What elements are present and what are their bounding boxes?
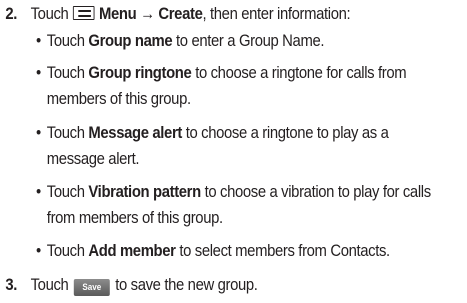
menu-icon xyxy=(72,6,95,20)
option-message-alert: Message alert xyxy=(88,124,182,142)
bullet-text: to select members from Contacts. xyxy=(179,242,390,260)
create-label: Create xyxy=(158,5,203,23)
bullet-text: message alert. xyxy=(46,150,140,168)
bullet-icon: • xyxy=(36,32,41,50)
bullet-text: from members of this group. xyxy=(46,209,223,227)
step-2-text: Touch Menu → Create, then enter informati… xyxy=(31,4,351,24)
bullet-text: to enter a Group Name. xyxy=(176,32,325,50)
bullet-prefix: Touch xyxy=(46,242,85,260)
option-group-ringtone: Group ringtone xyxy=(88,64,192,82)
menu-label: Menu xyxy=(99,5,137,23)
option-group-name: Group name xyxy=(88,32,173,50)
bullet-prefix: Touch xyxy=(46,32,85,50)
step-text-after: , then enter information: xyxy=(202,5,351,23)
bullet-icon: • xyxy=(36,183,41,201)
bullet-icon: • xyxy=(36,64,41,82)
bullet-prefix: Touch xyxy=(46,124,85,142)
bullet-text: to choose a vibration to play for calls xyxy=(204,183,432,201)
bullet-prefix: Touch xyxy=(46,64,85,82)
step-number: 2. xyxy=(5,5,18,23)
bullet-prefix: Touch xyxy=(46,183,85,201)
bullet-icon: • xyxy=(36,124,41,142)
step-3-text: Touch Save to save the new group. xyxy=(31,275,258,296)
bullet-text: to choose a ringtone for calls from xyxy=(195,64,407,82)
step-text-touch: Touch xyxy=(30,276,69,294)
instruction-page: 2. Touch Menu → Create, then enter inform… xyxy=(0,0,467,303)
arrow-icon: → xyxy=(140,5,155,23)
option-vibration-pattern: Vibration pattern xyxy=(88,183,201,201)
bullet-text: to choose a ringtone to play as a xyxy=(185,124,389,142)
step-number: 3. xyxy=(5,276,18,294)
step-text-touch: Touch xyxy=(30,5,69,23)
save-button[interactable]: Save xyxy=(73,279,110,296)
bullet-icon: • xyxy=(36,242,41,260)
option-add-member: Add member xyxy=(88,242,176,260)
step-text-after: to save the new group. xyxy=(115,276,258,294)
bullet-text: members of this group. xyxy=(46,90,191,108)
